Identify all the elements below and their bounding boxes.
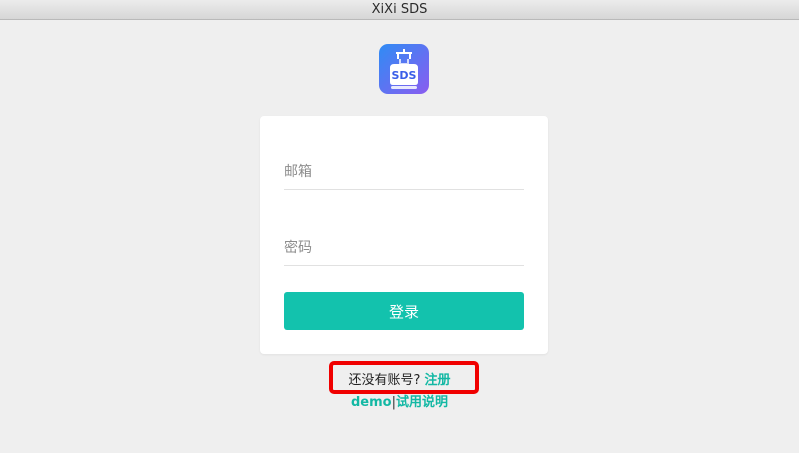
app-logo-icon: SDS	[379, 44, 429, 94]
logo-text: SDS	[392, 69, 417, 82]
demo-row: demo|试用说明	[0, 394, 799, 412]
window-title: XiXi SDS	[371, 2, 428, 17]
email-field[interactable]	[284, 154, 524, 190]
register-prompt-text: 还没有账号?	[348, 373, 421, 388]
trial-instructions-link[interactable]: 试用说明	[396, 395, 448, 410]
login-card: 登录	[260, 116, 548, 354]
register-prompt-row: 还没有账号? 注册	[0, 372, 799, 390]
register-link[interactable]: 注册	[425, 373, 451, 388]
window-titlebar: XiXi SDS	[0, 0, 799, 20]
password-field[interactable]	[284, 230, 524, 266]
demo-link[interactable]: demo	[351, 395, 392, 410]
login-button[interactable]: 登录	[284, 292, 524, 330]
